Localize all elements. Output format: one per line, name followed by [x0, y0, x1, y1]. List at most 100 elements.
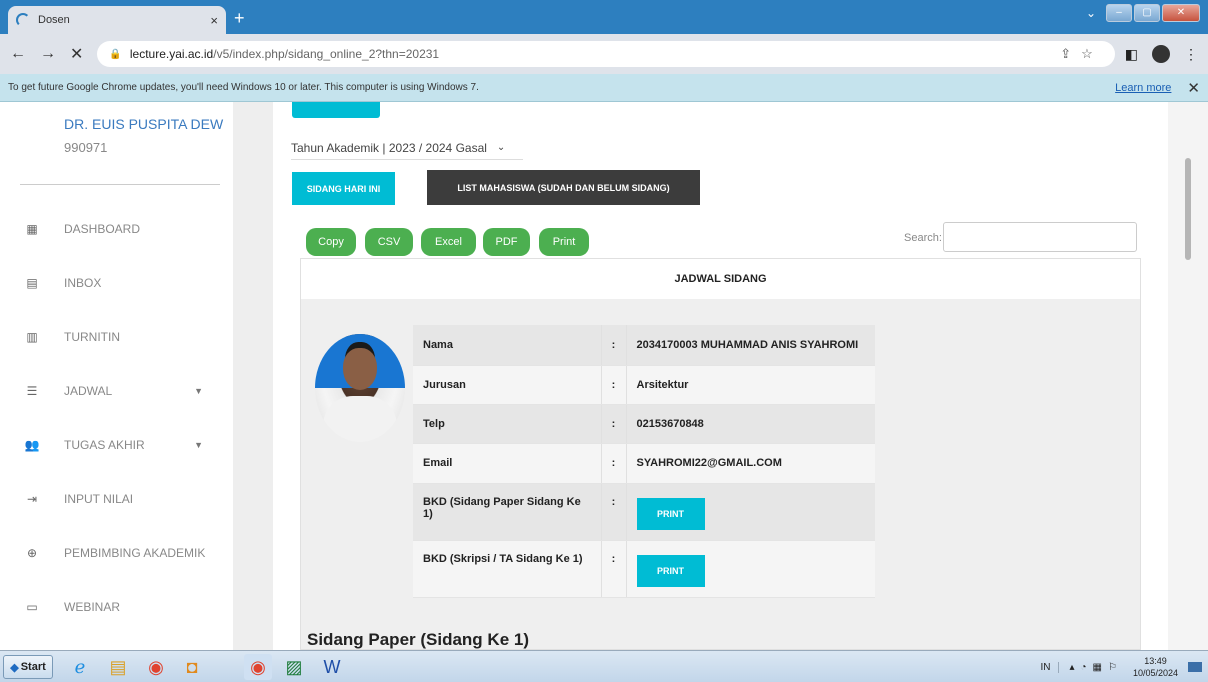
- show-desktop-button[interactable]: [1188, 662, 1202, 672]
- profile-avatar-icon[interactable]: [1152, 45, 1170, 63]
- update-info-bar: To get future Google Chrome updates, you…: [0, 74, 1208, 102]
- menu-kebab-icon[interactable]: ⋮: [1184, 46, 1198, 63]
- sidebar-item-inbox[interactable]: ▤ INBOX: [0, 256, 233, 310]
- student-phone: 02153670848: [626, 404, 875, 444]
- scrollbar-thumb[interactable]: [1185, 158, 1191, 260]
- input-icon: ⇥: [26, 492, 38, 506]
- sidebar-item-turnitin[interactable]: ▥ TURNITIN: [0, 310, 233, 364]
- pdf-button[interactable]: PDF: [483, 228, 530, 256]
- user-id: 990971: [64, 140, 108, 155]
- sidebar-item-label: WEBINAR: [64, 600, 121, 614]
- row-action: PRINT: [626, 483, 875, 541]
- stop-loading-button[interactable]: ✕: [70, 44, 83, 64]
- sidang-hari-ini-button[interactable]: SIDANG HARI INI: [292, 172, 395, 205]
- print-bkd-skripsi-button[interactable]: PRINT: [636, 554, 705, 587]
- top-action-button[interactable]: [292, 102, 380, 118]
- sidebar-item-dashboard[interactable]: ▦ DASHBOARD: [0, 202, 233, 256]
- internet-explorer-icon[interactable]: ℯ: [66, 654, 94, 680]
- side-panel-icon[interactable]: ◧: [1125, 46, 1138, 63]
- csv-button[interactable]: CSV: [365, 228, 413, 256]
- excel-button[interactable]: Excel: [421, 228, 476, 256]
- table-row: BKD (Skripsi / TA Sidang Ke 1) : PRINT: [413, 540, 875, 598]
- sidebar-item-label: JADWAL: [64, 384, 113, 398]
- forward-button[interactable]: →: [40, 45, 56, 63]
- sidebar-item-jadwal[interactable]: ☰ JADWAL ▼: [0, 364, 233, 418]
- new-tab-button[interactable]: +: [234, 8, 245, 29]
- minimize-button[interactable]: –: [1106, 4, 1132, 22]
- infobar-message: To get future Google Chrome updates, you…: [8, 82, 479, 93]
- windows-taskbar: ◆ Start ℯ ▤ ◉ ◘ ◉ ▨ W IN ▴◔▦⚐ 13:49 10/0…: [0, 650, 1208, 682]
- clock[interactable]: 13:49 10/05/2024: [1133, 655, 1188, 679]
- word-icon[interactable]: W: [318, 654, 346, 680]
- copy-button[interactable]: Copy: [306, 228, 356, 256]
- row-label: BKD (Sidang Paper Sidang Ke 1): [413, 483, 601, 541]
- chrome-active-icon[interactable]: ◉: [244, 654, 272, 680]
- lock-icon[interactable]: 🔒: [109, 49, 121, 60]
- chrome-icon[interactable]: ◉: [142, 654, 170, 680]
- sidebar-item-label: TUGAS AKHIR: [64, 438, 145, 452]
- list-icon: ☰: [26, 384, 38, 398]
- sidebar-item-label: PEMBIMBING AKADEMIK: [64, 546, 206, 560]
- row-label: Nama: [413, 325, 601, 366]
- row-separator: :: [600, 443, 627, 484]
- toolbar-right: ◧ ⋮: [1125, 45, 1198, 63]
- back-button[interactable]: ←: [10, 45, 26, 63]
- search-input[interactable]: [943, 222, 1137, 252]
- clock-date: 10/05/2024: [1132, 668, 1178, 678]
- dashboard-icon: ▦: [26, 222, 38, 236]
- table-row: Telp : 02153670848: [413, 404, 875, 444]
- page-viewport: DR. EUIS PUSPITA DEWI, I 990971 ▦ DASHBO…: [0, 102, 1208, 650]
- chevron-down-icon: ⌄: [496, 142, 506, 153]
- windows-logo-icon: ◆: [10, 661, 19, 674]
- student-photo: [315, 334, 405, 442]
- academic-year-select[interactable]: Tahun Akademik | 2023 / 2024 Gasal ⌄: [291, 136, 523, 160]
- row-separator: :: [600, 404, 627, 444]
- sidebar-item-label: INBOX: [64, 276, 102, 290]
- share-bookmark-icons[interactable]: ⇪☆: [1060, 46, 1103, 62]
- start-label: Start: [20, 661, 46, 673]
- file-explorer-icon[interactable]: ▤: [104, 654, 132, 680]
- tray-icons[interactable]: ▴◔▦⚐: [1059, 662, 1132, 673]
- student-name: 2034170003 MUHAMMAD ANIS SYAHROMI: [626, 325, 875, 366]
- row-label: Telp: [413, 404, 601, 444]
- row-label: Email: [413, 443, 601, 484]
- start-button[interactable]: ◆ Start: [3, 655, 53, 679]
- row-separator: :: [600, 483, 627, 541]
- sidebar-item-pembimbing-akademik[interactable]: ⊕ PEMBIMBING AKADEMIK: [0, 526, 233, 580]
- sidebar-menu: ▦ DASHBOARD ▤ INBOX ▥ TURNITIN ☰ JADWAL …: [0, 202, 233, 634]
- page-scrollbar[interactable]: [1168, 102, 1208, 650]
- tab-search-icon[interactable]: ⌄: [1086, 6, 1096, 20]
- row-action: PRINT: [626, 540, 875, 598]
- print-table-button[interactable]: Print: [539, 228, 589, 256]
- tab-close-icon[interactable]: ×: [210, 13, 218, 28]
- main-content: Tahun Akademik | 2023 / 2024 Gasal ⌄ SID…: [273, 102, 1169, 650]
- office-icon[interactable]: ◘: [178, 654, 206, 680]
- table-row: Nama : 2034170003 MUHAMMAD ANIS SYAHROMI: [413, 325, 875, 366]
- learn-more-link[interactable]: Learn more: [1115, 82, 1171, 94]
- row-separator: :: [600, 540, 627, 598]
- row-label: Jurusan: [413, 365, 601, 405]
- caret-down-icon: ▼: [194, 440, 203, 450]
- sidebar-item-input-nilai[interactable]: ⇥ INPUT NILAI: [0, 472, 233, 526]
- section-title: Sidang Paper (Sidang Ke 1): [307, 630, 529, 649]
- sidebar-item-webinar[interactable]: ▭ WEBINAR: [0, 580, 233, 634]
- sidebar-item-label: TURNITIN: [64, 330, 120, 344]
- sidebar-item-label: INPUT NILAI: [64, 492, 134, 506]
- student-email: SYAHROMI22@GMAIL.COM: [626, 443, 875, 484]
- maximize-button[interactable]: ▢: [1134, 4, 1160, 22]
- list-mahasiswa-button[interactable]: LIST MAHASISWA (SUDAH DAN BELUM SIDANG): [427, 170, 700, 205]
- browser-tab[interactable]: Dosen ×: [8, 6, 226, 34]
- language-indicator[interactable]: IN: [1032, 661, 1060, 673]
- academic-year-value: Tahun Akademik | 2023 / 2024 Gasal: [291, 140, 487, 155]
- close-window-button[interactable]: ✕: [1162, 4, 1200, 22]
- url-input[interactable]: 🔒 lecture.yai.ac.id/v5/index.php/sidang_…: [97, 41, 1115, 67]
- document-icon: ▥: [26, 330, 38, 344]
- print-bkd-paper-button[interactable]: PRINT: [636, 497, 705, 530]
- table-row: Email : SYAHROMI22@GMAIL.COM: [413, 443, 875, 484]
- infobar-close-icon[interactable]: ✕: [1187, 79, 1200, 97]
- row-separator: :: [600, 325, 627, 366]
- people-icon: 👥: [24, 438, 40, 452]
- browser-tab-strip: Dosen × + ⌄ – ▢ ✕: [0, 0, 1208, 34]
- sidebar-item-tugas-akhir[interactable]: 👥 TUGAS AKHIR ▼: [0, 418, 233, 472]
- excel-icon[interactable]: ▨: [280, 654, 308, 680]
